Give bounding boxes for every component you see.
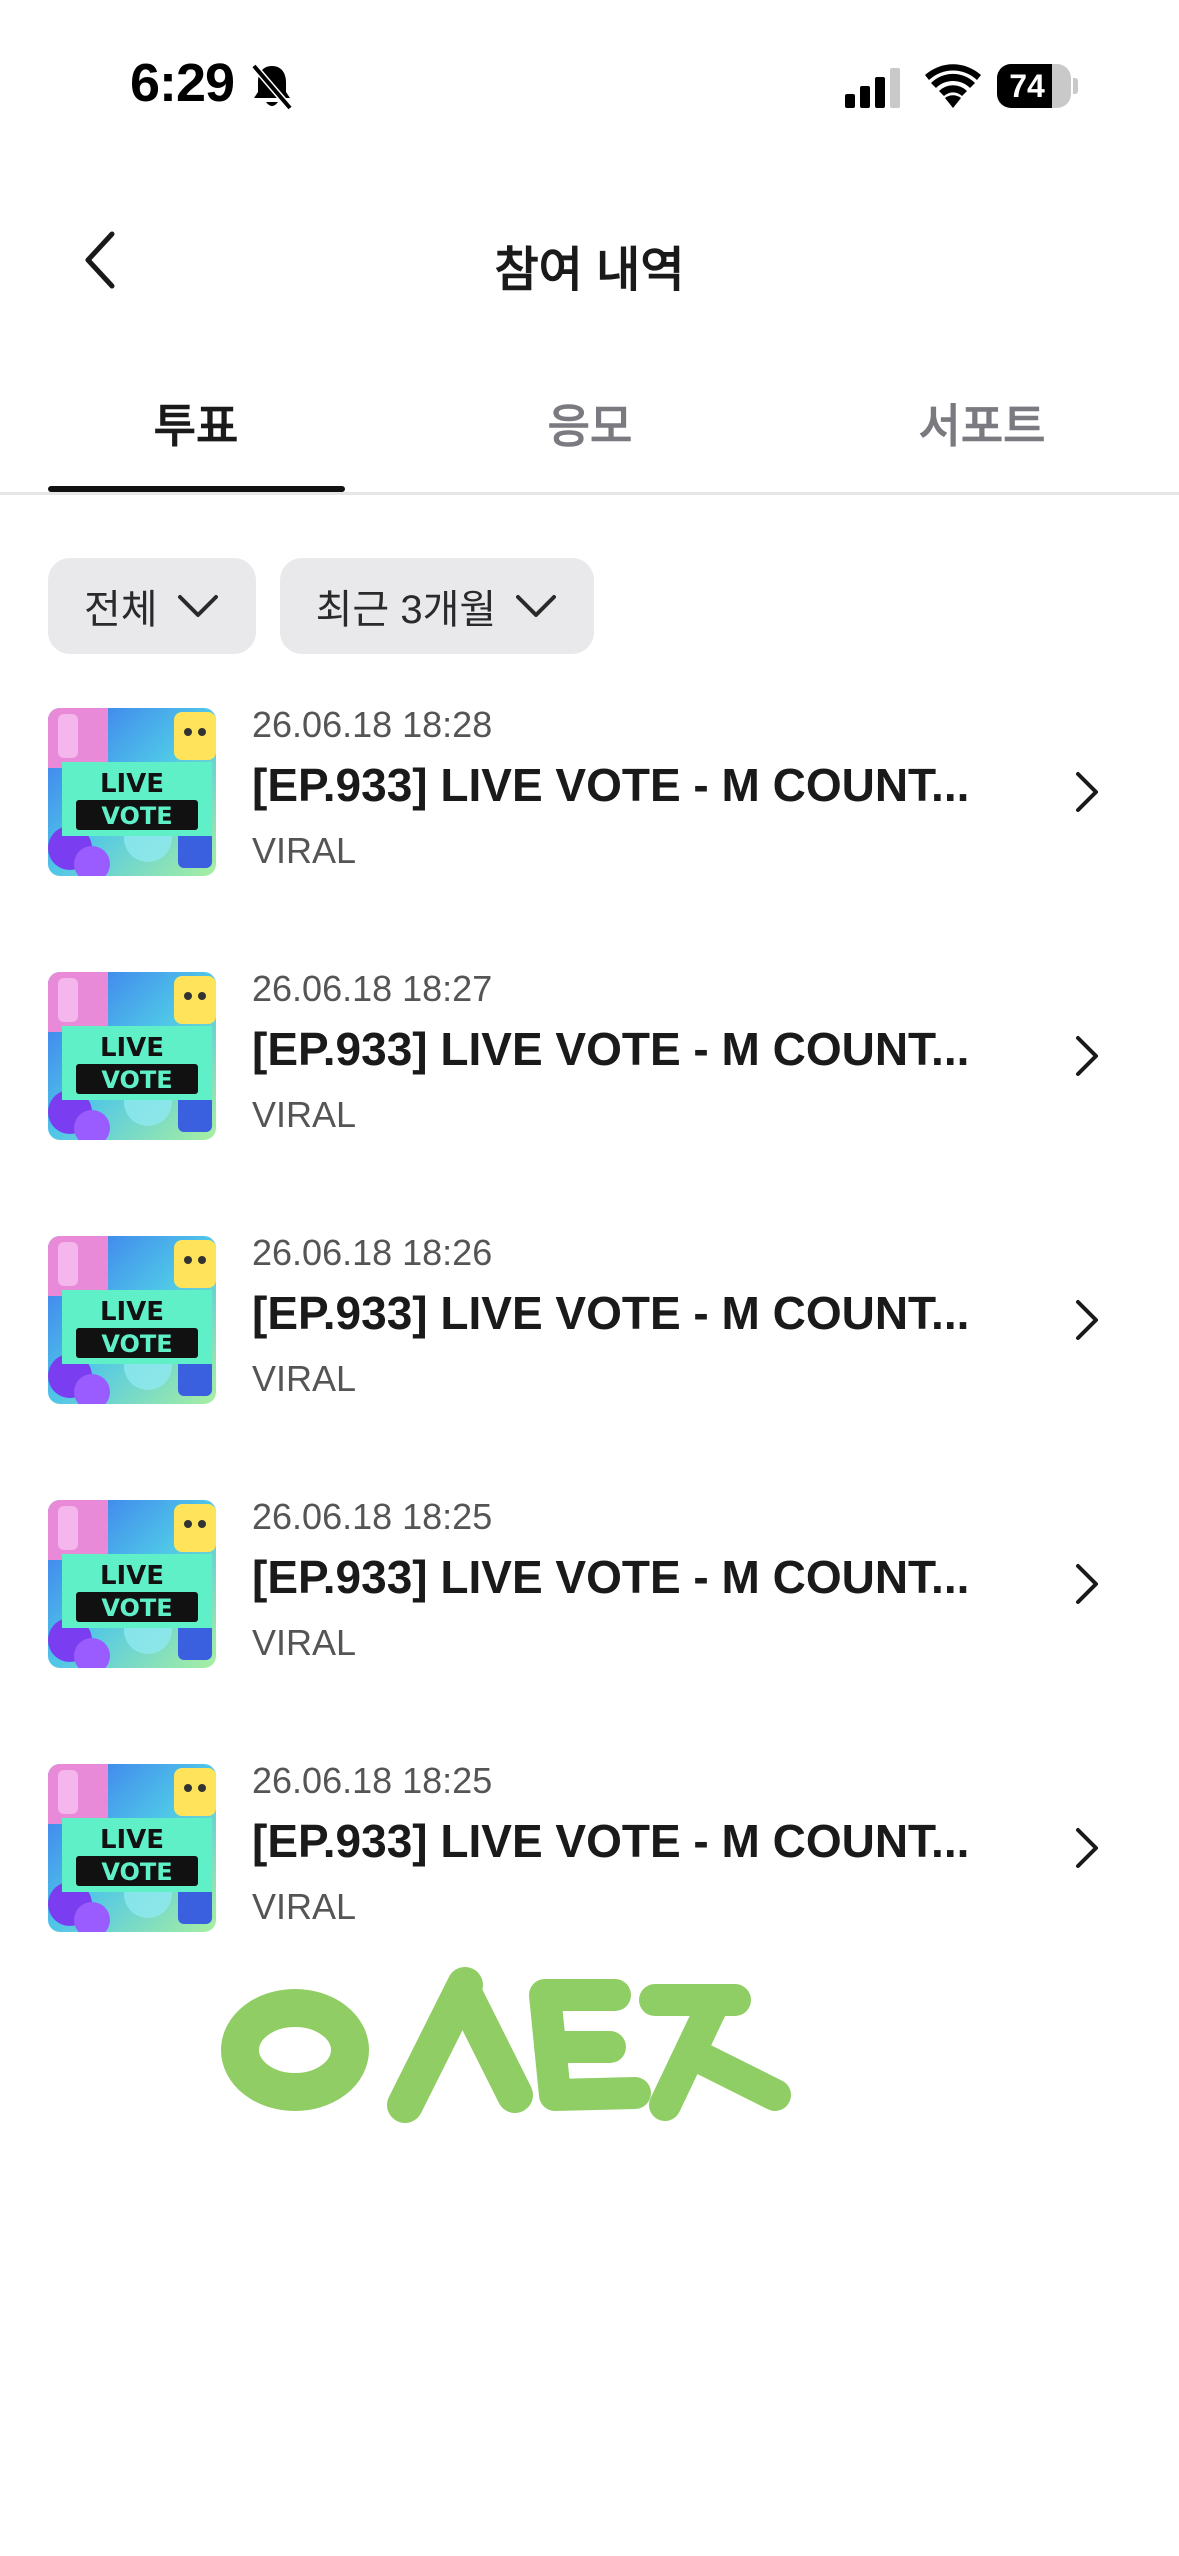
item-date: 26.06.18 18:28 — [252, 704, 493, 745]
bell-slash-icon — [251, 63, 293, 111]
live-vote-thumbnail: LIVE VOTE — [48, 1764, 216, 1932]
chevron-right-icon — [1076, 772, 1098, 812]
svg-text:LIVE: LIVE — [100, 1825, 164, 1855]
svg-text:VOTE: VOTE — [101, 1594, 172, 1622]
chevron-right-icon — [1076, 1036, 1098, 1076]
category-filter-dropdown[interactable]: 전체 — [48, 558, 256, 654]
chevron-down-icon — [177, 595, 218, 617]
svg-text:VOTE: VOTE — [101, 802, 172, 830]
chevron-down-icon — [516, 595, 557, 617]
status-time: 6:29 — [130, 53, 235, 113]
svg-text:VOTE: VOTE — [101, 1858, 172, 1886]
header: 참여 내역 — [0, 200, 1179, 320]
item-title: [EP.933] LIVE VOTE - M COUNT... — [252, 1815, 970, 1867]
item-subtitle: VIRAL — [252, 1886, 357, 1927]
svg-text:LIVE: LIVE — [100, 769, 164, 799]
item-date: 26.06.18 18:26 — [252, 1232, 493, 1273]
vote-history-item[interactable]: LIVE VOTE 26.06.18 18:27 [EP.933] LIVE V… — [0, 964, 1179, 1228]
svg-text:VOTE: VOTE — [101, 1330, 172, 1358]
svg-text:LIVE: LIVE — [100, 1561, 164, 1591]
item-title: [EP.933] LIVE VOTE - M COUNT... — [252, 1287, 970, 1339]
vote-history-item[interactable]: LIVE VOTE 26.06.18 18:25 [EP.933] LIVE V… — [0, 1492, 1179, 1756]
chevron-right-icon — [1076, 1300, 1098, 1340]
item-title: [EP.933] LIVE VOTE - M COUNT... — [252, 1023, 970, 1075]
page-title: 참여 내역 — [494, 244, 685, 297]
tab-vote[interactable]: 투표 — [46, 390, 346, 456]
live-vote-thumbnail: LIVE VOTE — [48, 1236, 216, 1404]
chevron-right-icon — [1076, 1564, 1098, 1604]
live-vote-thumbnail: LIVE VOTE — [48, 708, 216, 876]
item-date: 26.06.18 18:27 — [252, 968, 493, 1009]
watermark-logo — [221, 1967, 791, 2123]
wifi-icon — [925, 64, 981, 108]
battery-icon: 74 — [997, 64, 1078, 108]
tab-support[interactable]: 서포트 — [832, 390, 1132, 456]
item-title: [EP.933] LIVE VOTE - M COUNT... — [252, 759, 970, 811]
tab-bar: 투표 응모 서포트 — [0, 360, 1179, 495]
item-subtitle: VIRAL — [252, 1622, 357, 1663]
tab-entry[interactable]: 응모 — [440, 390, 740, 456]
item-subtitle: VIRAL — [252, 830, 357, 871]
item-subtitle: VIRAL — [252, 1358, 357, 1399]
live-vote-thumbnail: LIVE VOTE — [48, 972, 216, 1140]
item-title: [EP.933] LIVE VOTE - M COUNT... — [252, 1551, 970, 1603]
vote-history-item[interactable]: LIVE VOTE 26.06.18 18:28 [EP.933] LIVE V… — [0, 700, 1179, 964]
live-vote-thumbnail: LIVE VOTE — [48, 1500, 216, 1668]
vote-history-item[interactable]: LIVE VOTE 26.06.18 18:26 [EP.933] LIVE V… — [0, 1228, 1179, 1492]
vote-history-list: LIVE VOTE 26.06.18 18:28 [EP.933] LIVE V… — [0, 700, 1179, 2020]
category-filter-label: 전체 — [84, 588, 158, 632]
item-date: 26.06.18 18:25 — [252, 1760, 493, 1801]
item-date: 26.06.18 18:25 — [252, 1496, 493, 1537]
status-bar: 6:29 74 — [0, 0, 1179, 170]
battery-level: 74 — [1009, 67, 1045, 104]
svg-text:LIVE: LIVE — [100, 1033, 164, 1063]
signal-icon — [845, 68, 900, 108]
period-filter-dropdown[interactable]: 최근 3개월 — [279, 558, 595, 654]
item-subtitle: VIRAL — [252, 1094, 357, 1135]
participation-history-screen: 6:29 74 참여 내역 투표 응모 서포트 전체 최근 3개월 LIVE V… — [0, 0, 1179, 2556]
svg-text:VOTE: VOTE — [101, 1066, 172, 1094]
chevron-right-icon — [1076, 1828, 1098, 1868]
active-tab-indicator — [48, 486, 345, 492]
svg-text:LIVE: LIVE — [100, 1297, 164, 1327]
filter-bar: 전체 최근 3개월 — [48, 558, 595, 654]
period-filter-label: 최근 3개월 — [315, 588, 497, 632]
